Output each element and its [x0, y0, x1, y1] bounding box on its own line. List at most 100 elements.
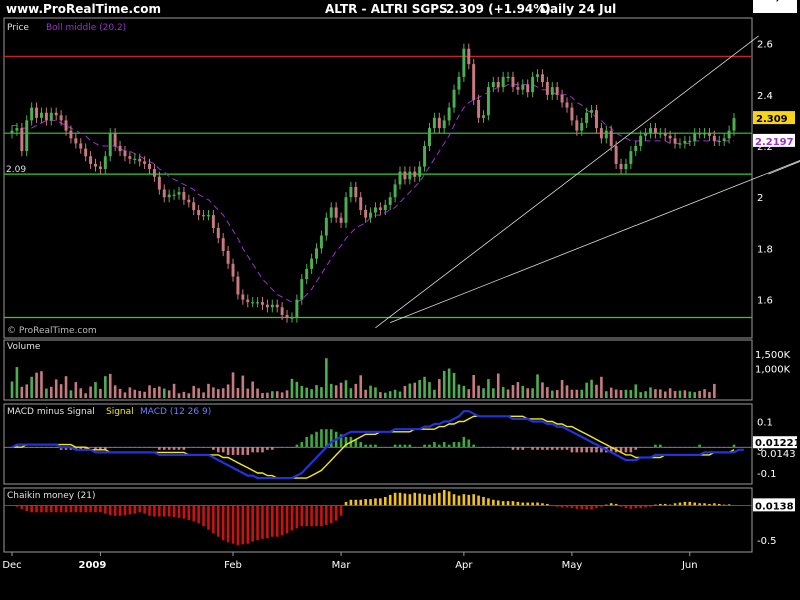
chaikin-bar — [241, 505, 245, 545]
volume-bar — [212, 387, 215, 398]
volume-bar — [64, 376, 68, 398]
x-tick-label: May — [562, 560, 583, 571]
chaikin-tag: 0.0138 — [755, 501, 794, 512]
candle — [172, 194, 176, 196]
chaikin-bar — [285, 505, 289, 534]
candle — [506, 76, 510, 79]
chaikin-bar — [320, 505, 323, 527]
macd-histogram-bar — [467, 439, 471, 448]
candle — [246, 299, 250, 303]
signal-tag: -0.0143 — [757, 449, 796, 460]
volume-bar — [634, 384, 638, 398]
chaikin-bar — [467, 494, 471, 506]
candle — [103, 156, 107, 170]
volume-bar — [590, 379, 593, 398]
candle — [545, 82, 549, 95]
volume-bar — [172, 383, 176, 398]
chaikin-bar — [35, 505, 38, 513]
macd-histogram-bar — [555, 447, 559, 450]
candle — [442, 120, 446, 129]
volume-bar — [693, 392, 697, 398]
chaikin-bar — [472, 494, 475, 506]
chaikin-bar — [221, 505, 225, 541]
chaikin-bar — [550, 505, 554, 507]
chaikin-bar — [182, 505, 186, 519]
chaikin-bar — [148, 505, 151, 516]
volume-bar — [511, 385, 515, 398]
chaikin-bar — [634, 505, 638, 509]
volume-bar — [30, 376, 33, 398]
macd-histogram-bar — [482, 447, 485, 448]
candle — [30, 107, 34, 121]
volume-bar — [148, 385, 151, 398]
volume-bar — [99, 388, 102, 398]
chaikin-bar — [202, 505, 205, 527]
volume-bar — [683, 390, 687, 398]
volume-bar — [447, 368, 451, 398]
candle — [25, 120, 29, 152]
macd-histogram-bar — [369, 444, 372, 448]
trendline — [390, 160, 800, 324]
volume-bar — [600, 376, 603, 398]
chaikin-bar — [585, 505, 588, 510]
macd-histogram-bar — [212, 447, 215, 450]
macd-histogram-bar — [501, 447, 505, 448]
volume-bar — [187, 393, 191, 398]
macd-histogram-bar — [295, 444, 299, 448]
chaikin-bar — [45, 505, 48, 513]
chaikin-bar — [477, 495, 480, 506]
macd-legend: MACD (12 26 9) — [140, 407, 211, 417]
volume-bar — [708, 392, 711, 398]
candle — [295, 299, 299, 318]
candle — [98, 166, 102, 170]
candle — [614, 146, 618, 164]
volume-bar — [457, 384, 461, 398]
chaikin-bar — [89, 505, 92, 513]
macd-histogram-bar — [216, 447, 220, 453]
macd-histogram-bar — [457, 442, 461, 448]
candle — [590, 110, 594, 113]
volume-bar — [575, 389, 579, 398]
volume-bar — [300, 385, 304, 398]
macd-histogram-bar — [541, 447, 544, 450]
candle — [378, 207, 382, 210]
candle — [732, 118, 736, 131]
candle — [472, 64, 476, 100]
chaikin-bar — [158, 505, 161, 517]
macd-histogram-bar — [639, 447, 642, 448]
candle — [197, 210, 201, 216]
macd-histogram-bar — [521, 447, 525, 450]
x-tick-label: 2009 — [78, 560, 106, 571]
candle — [447, 107, 451, 121]
macd-histogram-bar — [649, 447, 652, 448]
volume-bar — [585, 382, 588, 398]
chaikin-bar — [69, 505, 73, 513]
macd-histogram-bar — [89, 447, 92, 448]
macd-histogram-bar — [45, 447, 48, 448]
volume-bar — [541, 382, 544, 398]
candle — [491, 82, 495, 88]
macd-histogram-bar — [727, 447, 731, 448]
signal-legend: Signal — [106, 407, 134, 417]
candle — [536, 74, 540, 77]
chaikin-bar — [108, 505, 112, 516]
macd-histogram-bar — [688, 447, 692, 448]
x-tick-label: Mar — [332, 560, 352, 571]
candle — [251, 302, 255, 304]
macd-histogram-bar — [722, 447, 726, 448]
chaikin-bar — [501, 501, 505, 506]
volume-bar — [398, 391, 402, 398]
volume-bar — [659, 389, 662, 398]
volume-bar — [369, 385, 372, 398]
volume-bar — [241, 375, 245, 398]
chaikin-bar — [128, 505, 132, 515]
chaikin-bar — [418, 493, 421, 506]
macd-histogram-bar — [226, 447, 230, 455]
candle — [673, 138, 677, 144]
candle — [69, 130, 73, 139]
chaikin-bar — [595, 505, 598, 509]
macd-histogram-bar — [413, 447, 417, 448]
macd-histogram-bar — [246, 447, 250, 455]
candle — [482, 115, 485, 118]
candle — [668, 135, 672, 139]
